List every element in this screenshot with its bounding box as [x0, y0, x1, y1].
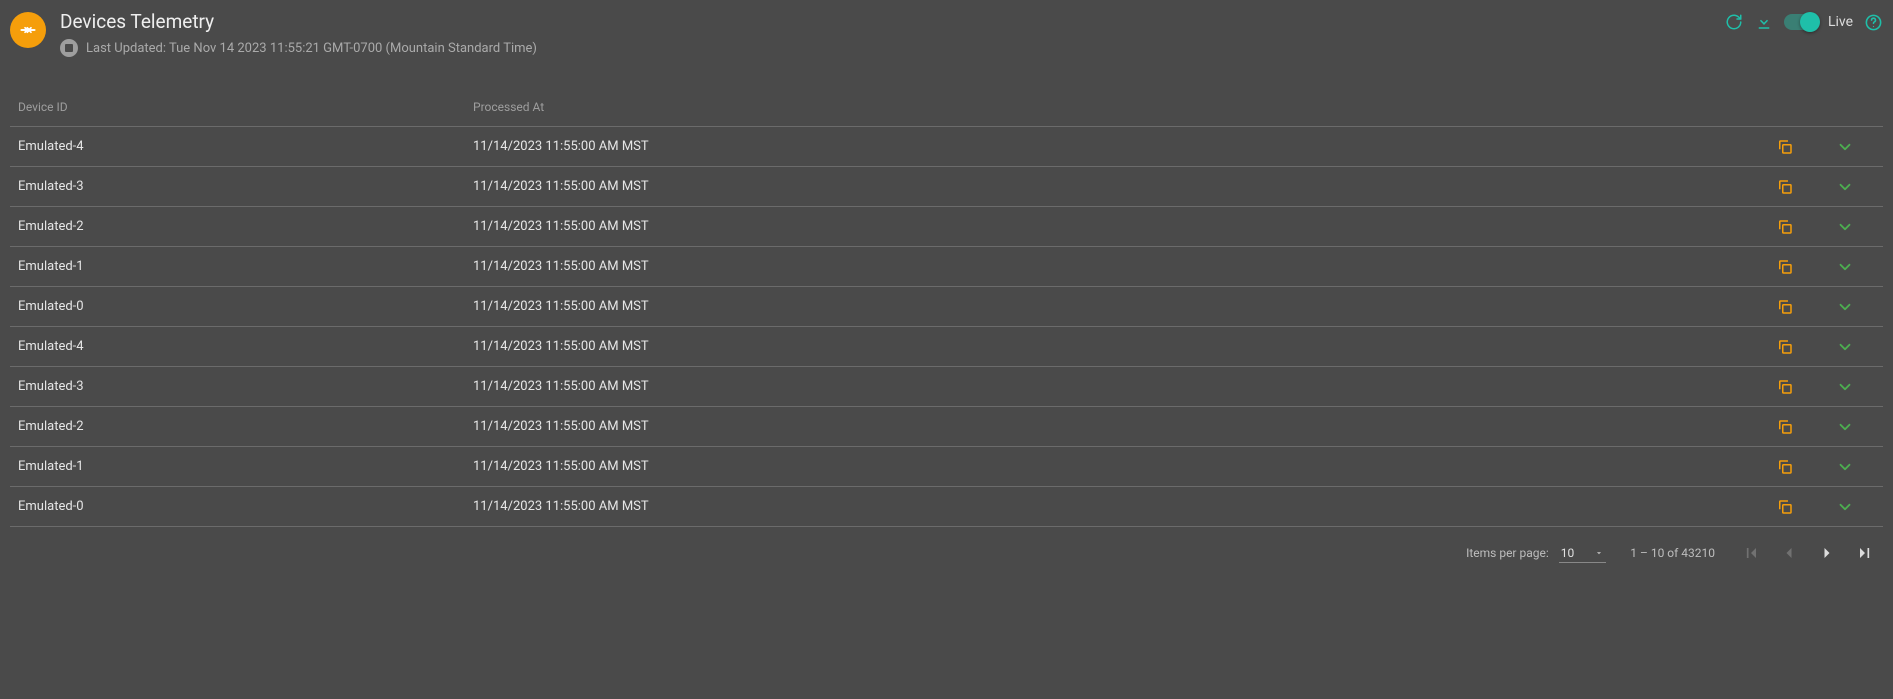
cell-processed-at: 11/14/2023 11:55:00 AM MST — [473, 219, 1755, 234]
header: Devices Telemetry Last Updated: Tue Nov … — [10, 6, 1883, 87]
page-avatar-icon — [10, 12, 46, 48]
table-row: Emulated-311/14/2023 11:55:00 AM MST — [10, 367, 1883, 407]
table-row: Emulated-211/14/2023 11:55:00 AM MST — [10, 207, 1883, 247]
expand-row-icon[interactable] — [1836, 458, 1854, 476]
page-size-value: 10 — [1561, 546, 1575, 560]
prev-page-button[interactable] — [1777, 541, 1801, 565]
expand-row-icon[interactable] — [1836, 258, 1854, 276]
help-button[interactable] — [1863, 12, 1883, 32]
telemetry-table: Device ID Processed At Emulated-411/14/2… — [10, 87, 1883, 527]
cell-device-id: Emulated-2 — [18, 219, 473, 234]
expand-row-icon[interactable] — [1836, 178, 1854, 196]
col-device-id: Device ID — [18, 100, 473, 114]
cell-processed-at: 11/14/2023 11:55:00 AM MST — [473, 259, 1755, 274]
copy-icon[interactable] — [1776, 338, 1794, 356]
expand-row-icon[interactable] — [1836, 378, 1854, 396]
copy-icon[interactable] — [1776, 258, 1794, 276]
cell-device-id: Emulated-0 — [18, 499, 473, 514]
cell-processed-at: 11/14/2023 11:55:00 AM MST — [473, 379, 1755, 394]
expand-row-icon[interactable] — [1836, 138, 1854, 156]
table-row: Emulated-211/14/2023 11:55:00 AM MST — [10, 407, 1883, 447]
cell-processed-at: 11/14/2023 11:55:00 AM MST — [473, 179, 1755, 194]
expand-row-icon[interactable] — [1836, 298, 1854, 316]
cell-processed-at: 11/14/2023 11:55:00 AM MST — [473, 459, 1755, 474]
first-page-button[interactable] — [1739, 541, 1763, 565]
table-row: Emulated-111/14/2023 11:55:00 AM MST — [10, 247, 1883, 287]
copy-icon[interactable] — [1776, 178, 1794, 196]
cell-device-id: Emulated-4 — [18, 139, 473, 154]
expand-row-icon[interactable] — [1836, 498, 1854, 516]
col-processed-at: Processed At — [473, 100, 1755, 114]
table-row: Emulated-011/14/2023 11:55:00 AM MST — [10, 487, 1883, 527]
copy-icon[interactable] — [1776, 418, 1794, 436]
copy-icon[interactable] — [1776, 498, 1794, 516]
refresh-button[interactable] — [1724, 12, 1744, 32]
table-row: Emulated-111/14/2023 11:55:00 AM MST — [10, 447, 1883, 487]
live-toggle[interactable] — [1784, 14, 1818, 30]
table-row: Emulated-411/14/2023 11:55:00 AM MST — [10, 127, 1883, 167]
table-header: Device ID Processed At — [10, 87, 1883, 127]
copy-icon[interactable] — [1776, 378, 1794, 396]
last-updated-text: Last Updated: Tue Nov 14 2023 11:55:21 G… — [86, 41, 537, 56]
table-row: Emulated-011/14/2023 11:55:00 AM MST — [10, 287, 1883, 327]
cell-device-id: Emulated-4 — [18, 339, 473, 354]
cell-device-id: Emulated-2 — [18, 419, 473, 434]
items-per-page-label: Items per page: — [1466, 546, 1549, 560]
copy-icon[interactable] — [1776, 138, 1794, 156]
next-page-button[interactable] — [1815, 541, 1839, 565]
copy-icon[interactable] — [1776, 458, 1794, 476]
copy-icon[interactable] — [1776, 298, 1794, 316]
page-size-select[interactable]: 10 — [1559, 544, 1607, 563]
cell-processed-at: 11/14/2023 11:55:00 AM MST — [473, 139, 1755, 154]
cell-device-id: Emulated-3 — [18, 179, 473, 194]
last-page-button[interactable] — [1853, 541, 1877, 565]
cell-device-id: Emulated-1 — [18, 459, 473, 474]
table-row: Emulated-411/14/2023 11:55:00 AM MST — [10, 327, 1883, 367]
expand-row-icon[interactable] — [1836, 338, 1854, 356]
range-label: 1 – 10 of 43210 — [1630, 546, 1715, 560]
cell-device-id: Emulated-1 — [18, 259, 473, 274]
cell-processed-at: 11/14/2023 11:55:00 AM MST — [473, 499, 1755, 514]
cell-processed-at: 11/14/2023 11:55:00 AM MST — [473, 419, 1755, 434]
expand-row-icon[interactable] — [1836, 218, 1854, 236]
expand-row-icon[interactable] — [1836, 418, 1854, 436]
stop-icon — [60, 39, 78, 57]
table-row: Emulated-311/14/2023 11:55:00 AM MST — [10, 167, 1883, 207]
paginator: Items per page: 10 1 – 10 of 43210 — [10, 527, 1883, 571]
cell-processed-at: 11/14/2023 11:55:00 AM MST — [473, 339, 1755, 354]
cell-device-id: Emulated-0 — [18, 299, 473, 314]
copy-icon[interactable] — [1776, 218, 1794, 236]
download-button[interactable] — [1754, 12, 1774, 32]
cell-processed-at: 11/14/2023 11:55:00 AM MST — [473, 299, 1755, 314]
live-label: Live — [1828, 14, 1853, 30]
cell-device-id: Emulated-3 — [18, 379, 473, 394]
page-title: Devices Telemetry — [60, 10, 537, 33]
